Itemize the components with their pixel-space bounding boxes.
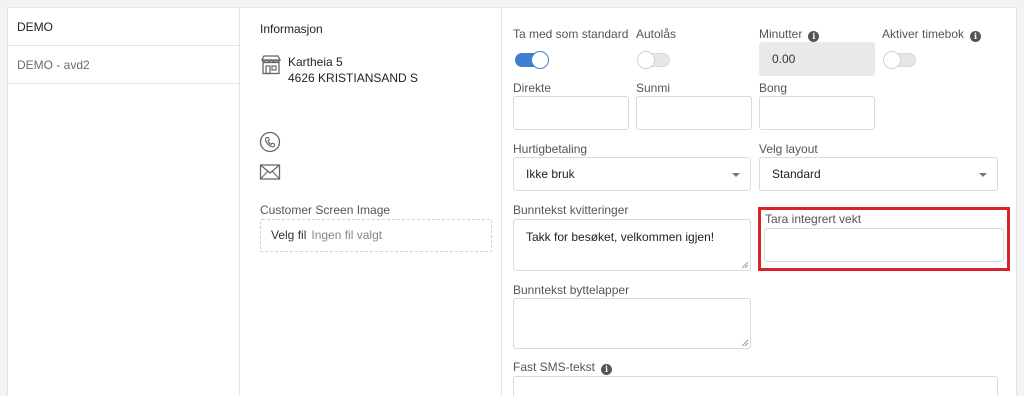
hurtigbetaling-select[interactable]: Ikke bruk [513, 157, 751, 191]
chevron-down-icon [732, 173, 740, 177]
bong-input[interactable] [759, 96, 875, 130]
bunntekst-kvitt-textarea[interactable]: Takk for besøket, velkommen igjen! [513, 219, 751, 271]
settings-form: Ta med som standard Autolås Minutter i 0.… [502, 8, 1018, 396]
direkte-input[interactable] [513, 96, 629, 130]
timebok-toggle[interactable] [883, 51, 916, 69]
ta-med-label: Ta med som standard [513, 27, 629, 41]
direkte-label: Direkte [513, 81, 552, 95]
layout-label: Velg layout [759, 142, 818, 156]
settings-panel: DEMO DEMO - avd2 Informasjon Kartheia 5 … [7, 7, 1017, 396]
sms-label: Fast SMS-tekst i [513, 360, 613, 375]
resize-handle-icon[interactable] [741, 339, 749, 347]
bong-label: Bong [759, 81, 788, 95]
store-icon [260, 55, 282, 75]
hurtigbetaling-label: Hurtigbetaling [513, 142, 588, 156]
sunmi-input[interactable] [636, 96, 752, 130]
resize-handle-icon[interactable] [741, 261, 749, 269]
minutter-label: Minutter i [759, 27, 820, 42]
phone-icon [259, 131, 281, 153]
highlight-box [758, 207, 1010, 271]
customer-screen-label: Customer Screen Image [260, 203, 391, 217]
ta-med-toggle[interactable] [515, 51, 549, 69]
file-upload[interactable]: Velg fil Ingen fil valgt [260, 219, 492, 252]
sunmi-label: Sunmi [636, 81, 671, 95]
info-icon[interactable]: i [970, 31, 982, 42]
minutter-input: 0.00 [759, 42, 875, 76]
bunntekst-bytte-label: Bunntekst byttelapper [513, 283, 630, 297]
layout-select[interactable]: Standard [759, 157, 998, 191]
sidebar: DEMO DEMO - avd2 [8, 8, 240, 396]
sidebar-item-demo-avd2[interactable]: DEMO - avd2 [8, 46, 239, 84]
bunntekst-kvitt-label: Bunntekst kvitteringer [513, 203, 629, 217]
choose-file-button[interactable]: Velg fil [271, 228, 306, 242]
chevron-down-icon [979, 173, 987, 177]
info-title: Informasjon [260, 22, 323, 36]
address-line1: Kartheia 5 [288, 55, 343, 69]
sms-input[interactable] [513, 376, 998, 396]
address-line2: 4626 KRISTIANSAND S [288, 71, 419, 85]
info-icon[interactable]: i [601, 364, 613, 375]
bunntekst-bytte-textarea[interactable] [513, 298, 751, 349]
autolas-label: Autolås [636, 27, 677, 41]
mail-icon [259, 164, 281, 180]
file-status: Ingen fil valgt [311, 228, 383, 242]
autolas-toggle[interactable] [637, 51, 670, 69]
timebok-label: Aktiver timebok i [882, 27, 982, 42]
sidebar-item-demo[interactable]: DEMO [8, 8, 239, 46]
info-section: Informasjon Kartheia 5 4626 KRISTIANSAND… [240, 8, 502, 396]
info-icon[interactable]: i [808, 31, 820, 42]
